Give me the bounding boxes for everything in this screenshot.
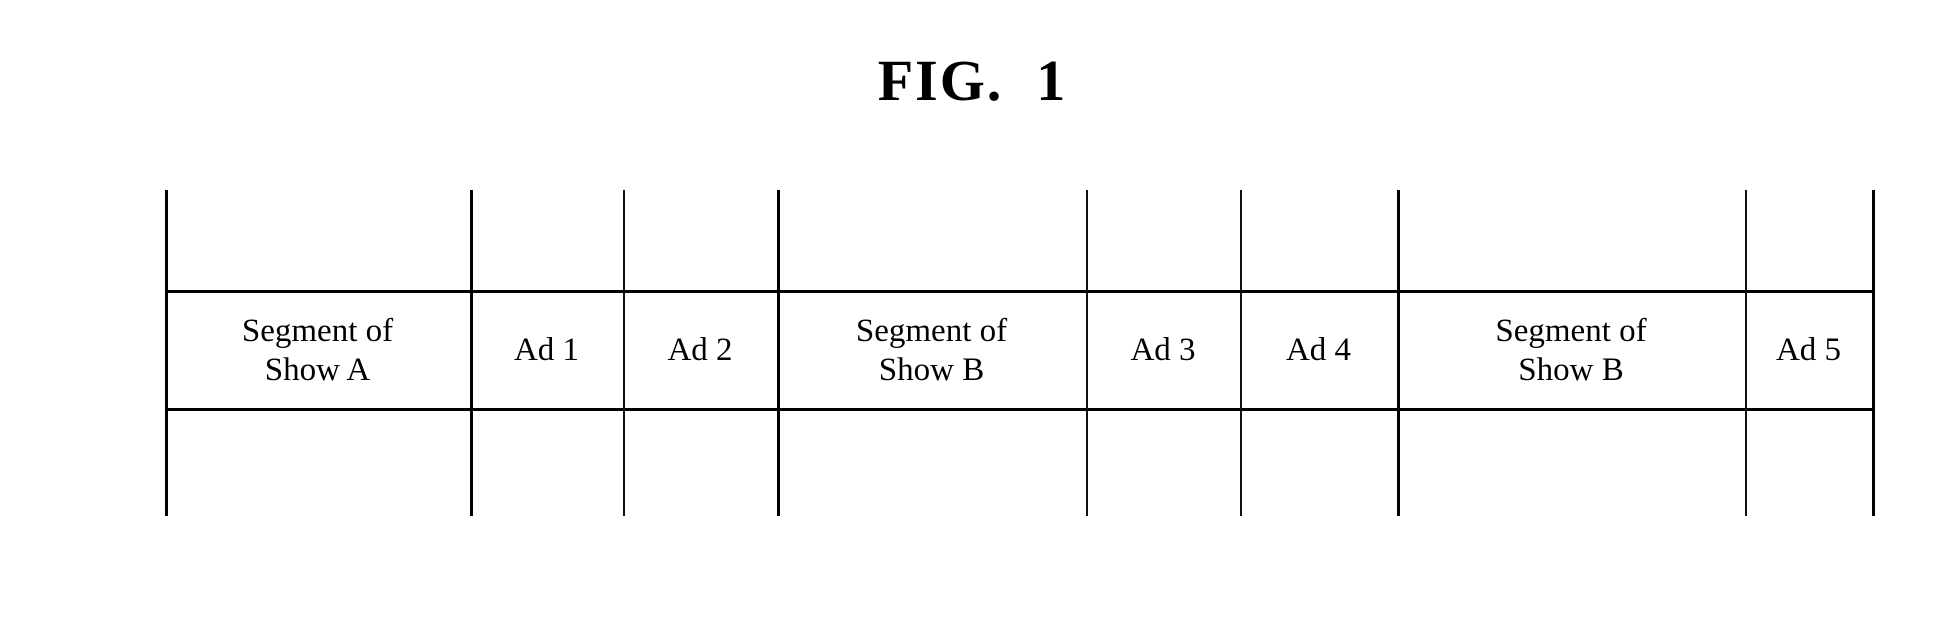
timeline-cell-label: Ad 4	[1285, 332, 1352, 369]
timeline-cell-ad-2: Ad 2	[623, 293, 777, 408]
timeline-cell-label: Segment of Show A	[241, 312, 394, 388]
timeline-cell-segment-show-b-1: Segment of Show B	[777, 293, 1086, 408]
timeline-cell-label: Ad 2	[667, 332, 733, 369]
timeline-cell-label: Segment of Show B	[855, 312, 1008, 388]
timeline-cell-ad-4: Ad 4	[1240, 293, 1397, 408]
timeline-cell-label: Ad 3	[1130, 332, 1196, 369]
timeline-cell-label: Segment of Show B	[1495, 312, 1647, 388]
timeline-cell-label: Ad 1	[513, 332, 580, 369]
divider-right-edge	[1872, 190, 1875, 516]
timeline-cell-segment-show-a-1: Segment of Show A	[165, 293, 470, 408]
figure-root: FIG. 1 Segment of Show A Ad 1 Ad 2 Segment …	[0, 0, 1945, 628]
timeline-cell-ad-1: Ad 1	[470, 293, 623, 408]
timeline-cell-ad-3: Ad 3	[1086, 293, 1240, 408]
timeline-cell-ad-5: Ad 5	[1745, 293, 1872, 408]
timeline-row-bottom-rule	[165, 408, 1872, 411]
timeline-cell-segment-show-b-2: Segment of Show B	[1397, 293, 1745, 408]
timeline-diagram: Segment of Show A Ad 1 Ad 2 Segment of Show…	[0, 0, 1945, 628]
timeline-cell-label: Ad 5	[1775, 332, 1842, 369]
